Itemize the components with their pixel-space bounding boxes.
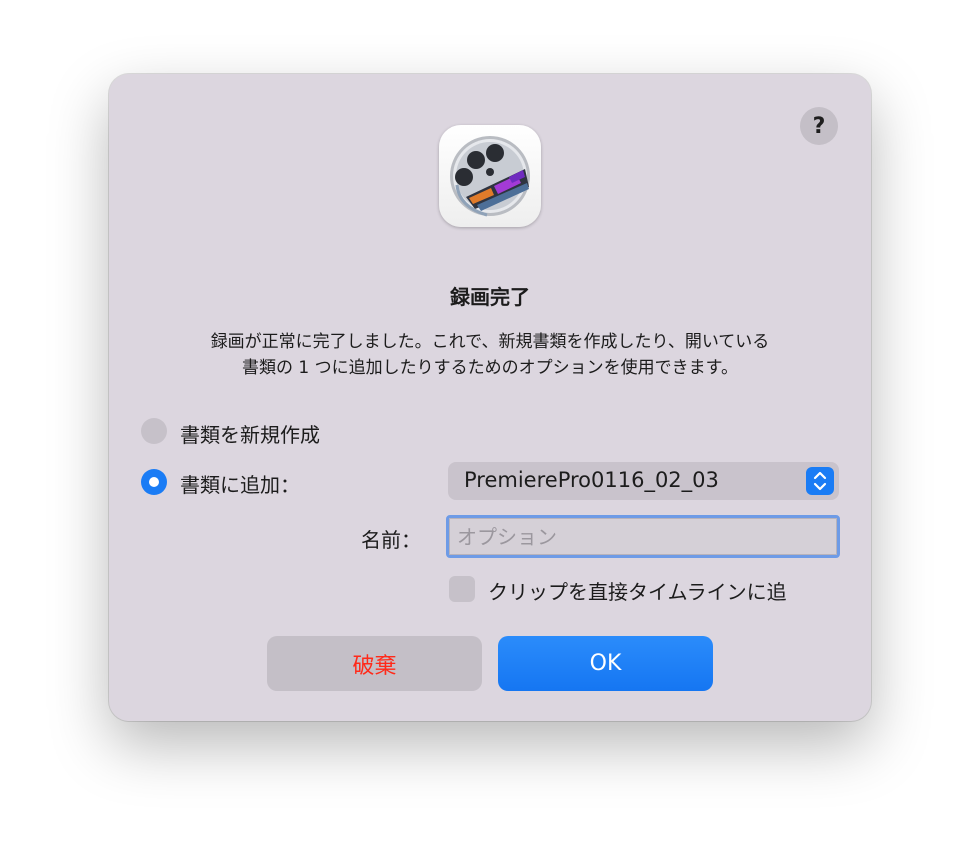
ok-button[interactable]: OK: [498, 636, 713, 691]
message-line-2: 書類の 1 つに追加したりするためのオプションを使用できます。: [242, 358, 738, 378]
message-line-1: 録画が正常に完了しました。これで、新規書類を作成したり、開いている: [210, 332, 770, 352]
discard-button[interactable]: 破棄: [267, 636, 482, 691]
dialog-title: 録画完了: [450, 285, 530, 309]
add-to-document-radio[interactable]: [141, 469, 167, 495]
add-to-document-label[interactable]: 書類に追加：: [180, 469, 300, 498]
selected-document: PremierePro0116_02_03: [464, 468, 719, 492]
name-input[interactable]: [446, 515, 840, 558]
dialog-message: 録画が正常に完了しました。これで、新規書類を作成したり、開いている 書類の 1 …: [149, 329, 831, 381]
help-button[interactable]: ?: [800, 107, 838, 145]
recording-complete-dialog: ? 録画完了 録画が正常に完了しました。これで、新規書類を作成したり、開いている…: [109, 74, 871, 721]
name-label: 名前：: [361, 528, 421, 552]
film-reel-icon: [450, 136, 530, 217]
chevron-up-down-icon: [806, 467, 834, 495]
app-icon: [439, 125, 541, 227]
new-document-label[interactable]: 書類を新規作成: [180, 419, 320, 448]
new-document-radio[interactable]: [141, 418, 167, 444]
document-popup-button[interactable]: PremierePro0116_02_03: [448, 462, 839, 500]
add-to-timeline-label[interactable]: クリップを直接タイムラインに追: [488, 576, 787, 605]
add-to-timeline-checkbox[interactable]: [449, 576, 475, 602]
